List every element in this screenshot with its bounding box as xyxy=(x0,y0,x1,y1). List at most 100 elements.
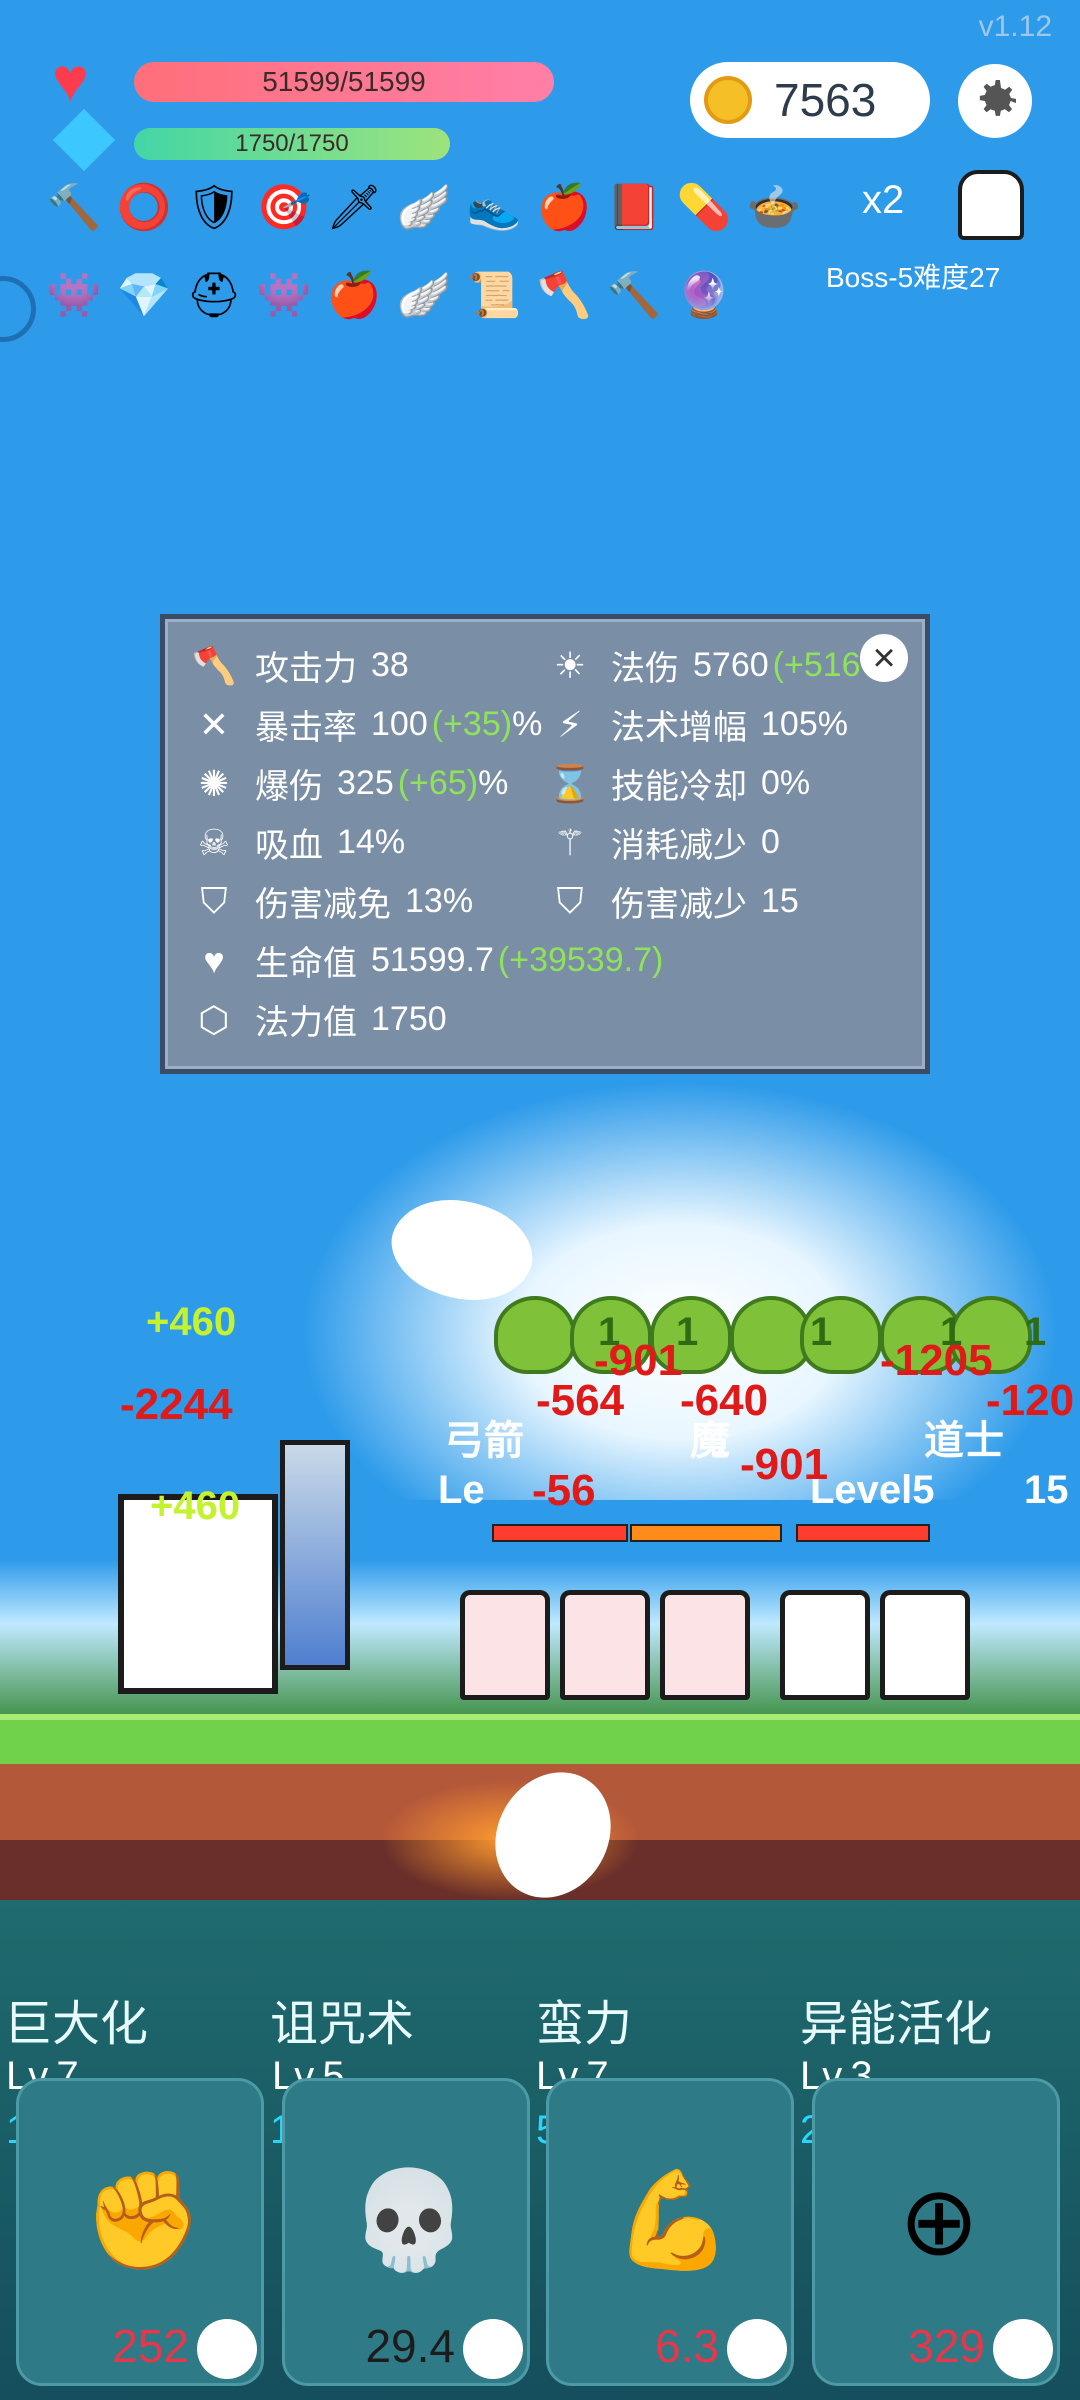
boss-difficulty-label: Boss-5难度27 xyxy=(826,262,1001,293)
stat-label: 技能冷却 xyxy=(611,768,747,806)
wing-icon[interactable]: 🪽 xyxy=(396,268,452,324)
stat-unit: % xyxy=(512,705,543,743)
settings-button[interactable] xyxy=(958,64,1032,138)
helmet-icon[interactable]: ⛑ xyxy=(186,268,242,324)
slime-level: 1 xyxy=(810,1310,833,1354)
stat-label: 攻击力 xyxy=(255,650,357,688)
item-row-2: 👾 💎 ⛑ 👾 🍎 🪽 📜 🪓 🔨 🔮 xyxy=(46,268,732,324)
cauldron-icon[interactable]: 🍲 xyxy=(746,180,802,236)
crossed-swords-icon: ✕ xyxy=(198,703,230,745)
stat-value: 51599.7 xyxy=(371,941,494,979)
ring-icon[interactable]: ⭕ xyxy=(116,180,172,236)
crystal-ball-icon[interactable]: 🔮 xyxy=(676,268,732,324)
shoe-icon[interactable]: 👟 xyxy=(466,180,522,236)
gem-icon[interactable]: 💎 xyxy=(116,268,172,324)
stats-panel: 🪓 攻击力 38 ☀ 法伤 5760 (+516 ✕ 暴击率 100 (+35)… xyxy=(160,614,930,1074)
gear-icon xyxy=(979,80,1016,116)
multiplier-label: x2 xyxy=(862,178,905,222)
heart-icon: ♥ xyxy=(203,939,225,981)
shield-icon: ⛉ xyxy=(200,880,228,921)
stat-value: 0% xyxy=(761,764,811,802)
goblin-icon[interactable]: 👾 xyxy=(256,268,312,324)
lightning-icon: ⚡ xyxy=(557,703,583,745)
shield-icon[interactable]: 🛡 xyxy=(186,180,242,236)
stat-crit-dmg: ✺ 爆伤 325 (+65) % xyxy=(191,759,508,808)
skill-name: 巨大化 xyxy=(4,1998,149,2051)
skull-icon: 💀 xyxy=(349,2167,469,2274)
flexed-arm-icon: 💪 xyxy=(613,2167,733,2274)
stat-value: 15 xyxy=(761,882,799,920)
version-label: v1.12 xyxy=(978,10,1052,43)
stat-bonus: (+65) xyxy=(397,764,479,802)
stat-bonus: (+39539.7) xyxy=(497,941,664,979)
stat-dmg-reduction-flat: ⛉ 伤害减少 15 xyxy=(547,877,799,926)
ground-grass xyxy=(0,1714,1080,1770)
coin-counter: 7563 xyxy=(690,62,930,138)
pill-icon[interactable]: 💊 xyxy=(676,180,732,236)
hourglass-icon: ⌛ xyxy=(547,762,593,804)
hammer-icon[interactable]: 🔨 xyxy=(46,180,102,236)
enemy-level: Level5 xyxy=(810,1468,935,1512)
skill-card-giantize[interactable]: ✊ 252 xyxy=(16,2078,264,2386)
apple-icon[interactable]: 🍎 xyxy=(326,268,382,324)
magic-wand-icon: ⚚ xyxy=(553,821,587,863)
hp-bar: 51599/51599 xyxy=(134,62,554,102)
stat-label: 吸血 xyxy=(255,827,323,865)
hammer-icon[interactable]: 🔨 xyxy=(606,268,662,324)
sword-icon[interactable]: 🗡 xyxy=(326,180,382,236)
wing-icon[interactable]: 🪽 xyxy=(396,180,452,236)
stat-value: 1750 xyxy=(371,1000,447,1038)
stat-value: 38 xyxy=(371,646,409,684)
skill-upgrade-gear-icon[interactable] xyxy=(197,2319,257,2379)
side-ring-icon[interactable] xyxy=(0,276,36,342)
stat-crit-rate: ✕ 暴击率 100 (+35) % xyxy=(191,700,542,749)
skill-card-brute-force[interactable]: 💪 6.3 xyxy=(546,2078,794,2386)
heart-shield-icon: ⛉ xyxy=(556,880,584,921)
stat-value: 325 xyxy=(337,764,394,802)
damage-number: -2244 xyxy=(120,1380,233,1429)
enemy-archer xyxy=(560,1590,650,1700)
skill-value: 29.4 xyxy=(365,2320,455,2372)
boss-ghost-icon[interactable] xyxy=(958,170,1024,240)
skill-card-curse[interactable]: 💀 29.4 xyxy=(282,2078,530,2386)
damage-number: -1205 xyxy=(880,1336,993,1385)
coin-value: 7563 xyxy=(774,74,877,126)
skill-upgrade-gear-icon[interactable] xyxy=(993,2319,1053,2379)
stat-label: 伤害减少 xyxy=(611,886,747,924)
apple-icon[interactable]: 🍎 xyxy=(536,180,592,236)
stat-value: 0 xyxy=(761,823,780,861)
slime-level: 1 xyxy=(1024,1310,1047,1354)
stat-mana: ⬡ 法力值 1750 xyxy=(191,995,447,1044)
close-stats-button[interactable]: × xyxy=(860,634,908,682)
burst-icon: ✺ xyxy=(198,762,230,804)
skill-card-ability-activation[interactable]: ⊕ 329 xyxy=(812,2078,1060,2386)
demon-skull-icon: ☠ xyxy=(197,821,231,863)
stat-value: 14% xyxy=(337,823,406,861)
goblin-icon[interactable]: 👾 xyxy=(46,268,102,324)
scroll-icon[interactable]: 📜 xyxy=(466,268,522,324)
stat-label: 暴击率 xyxy=(255,709,357,747)
mana-crystal-icon xyxy=(52,108,116,172)
heal-number: +460 xyxy=(150,1484,241,1528)
fist-icon: ✊ xyxy=(83,2167,203,2274)
item-row-1: 🔨 ⭕ 🛡 🎯 🗡 🪽 👟 🍎 📕 💊 🍲 xyxy=(46,180,802,236)
stat-lifesteal: ☠ 吸血 14% xyxy=(191,818,405,867)
axe-icon[interactable]: 🪓 xyxy=(536,268,592,324)
enemy-taoist xyxy=(780,1590,870,1700)
skill-upgrade-gear-icon[interactable] xyxy=(463,2319,523,2379)
skill-upgrade-gear-icon[interactable] xyxy=(727,2319,787,2379)
skill-name: 蛮力 xyxy=(536,1998,633,2051)
crosshair-icon: ⊕ xyxy=(898,2168,980,2275)
stat-label: 法力值 xyxy=(255,1004,357,1042)
stat-label: 法伤 xyxy=(611,650,679,688)
stat-value: 5760 xyxy=(693,646,769,684)
close-icon: × xyxy=(872,635,896,680)
enemy-level: Le xyxy=(438,1468,485,1512)
stat-label: 爆伤 xyxy=(255,768,323,806)
enemy-slime xyxy=(494,1296,576,1374)
skill-value: 6.3 xyxy=(655,2320,719,2372)
target-icon[interactable]: 🎯 xyxy=(256,180,312,236)
enemy-level: 15 xyxy=(1024,1468,1069,1512)
skull-book-icon[interactable]: 📕 xyxy=(606,180,662,236)
stat-dmg-reduction-pct: ⛉ 伤害减免 13% xyxy=(191,877,473,926)
